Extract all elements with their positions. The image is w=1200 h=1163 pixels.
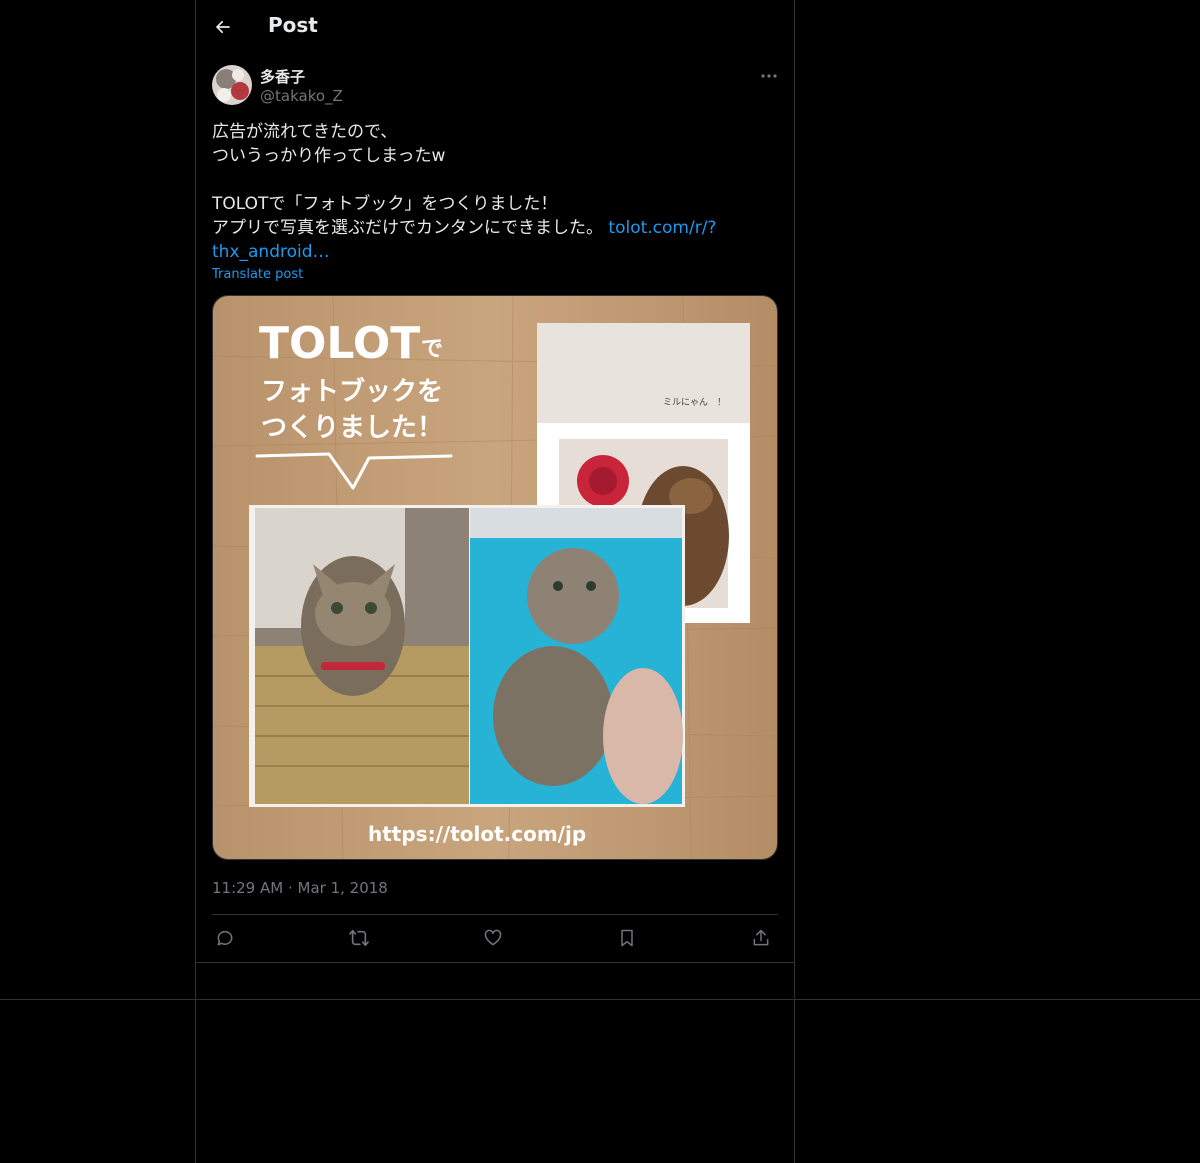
post-timestamp[interactable]: 11:29 AM · Mar 1, 2018: [212, 879, 388, 897]
post-bottom-border: [196, 962, 794, 963]
divider: [212, 914, 778, 915]
post-text-line4: アプリで写真を選ぶだけでカンタンにできました。: [212, 218, 603, 238]
author-handle[interactable]: @takako_Z: [260, 87, 343, 105]
more-horizontal-icon: [761, 74, 777, 78]
reply-icon: [217, 930, 233, 946]
post-text-line3: TOLOTで「フォトブック」をつくりました！: [212, 194, 558, 214]
post-text-line2: ついうっかり作ってしまったw: [212, 146, 446, 166]
post-column: Post 多香子 @takako_Z 広告が流れてきたので、 ついうっかり作って…: [195, 0, 795, 1163]
post-link-part2: thx_android…: [212, 242, 330, 262]
post-text: 広告が流れてきたので、 ついうっかり作ってしまったw TOLOTで「フォトブック…: [212, 120, 778, 264]
translate-post-link[interactable]: Translate post: [212, 267, 303, 282]
media-headline2: つくりました！: [261, 413, 443, 443]
share-icon: [753, 929, 769, 946]
media-brand: TOLOT: [259, 318, 420, 369]
repost-icon: [349, 929, 369, 947]
avatar[interactable]: [212, 65, 252, 105]
reply-button[interactable]: [212, 925, 238, 951]
bookmark-icon: [621, 929, 633, 947]
repost-button[interactable]: [346, 925, 372, 951]
share-button[interactable]: [748, 925, 774, 951]
bookmark-button[interactable]: [614, 925, 640, 951]
heart-icon: [484, 929, 502, 946]
media-page-caption: ミルにゃん ！: [663, 397, 726, 408]
media-url: https://tolot.com/jp: [368, 822, 586, 846]
author-name[interactable]: 多香子: [260, 66, 305, 87]
like-button[interactable]: [480, 925, 506, 951]
media-headline1: フォトブックを: [261, 376, 443, 407]
arrow-left-icon: [216, 20, 230, 34]
more-button[interactable]: [756, 63, 782, 89]
back-button[interactable]: [210, 14, 236, 40]
post-media[interactable]: TOLOT で フォトブックを つくりました！ ミルにゃん ！ https://…: [212, 295, 778, 860]
action-bar: [212, 925, 778, 951]
post-link-part1: tolot.com/r/?: [608, 218, 717, 238]
post-text-line1: 広告が流れてきたので、: [212, 122, 398, 142]
page-title: Post: [268, 13, 318, 37]
media-brand-suffix: で: [421, 337, 443, 362]
header: Post: [196, 0, 794, 55]
